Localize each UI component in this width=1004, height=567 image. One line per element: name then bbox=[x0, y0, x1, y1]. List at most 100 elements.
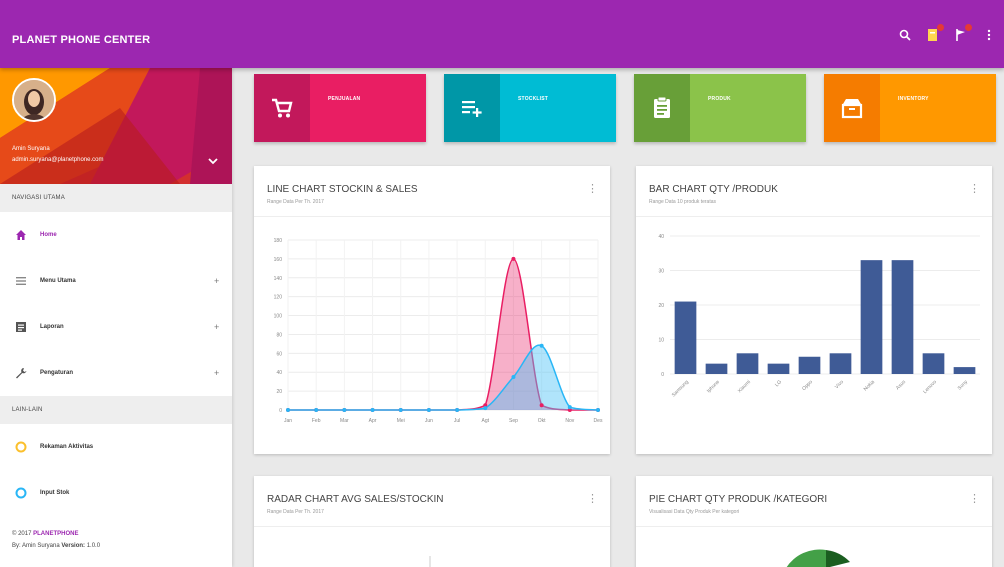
expand-icon[interactable]: + bbox=[214, 368, 219, 378]
data-point bbox=[455, 408, 460, 412]
x-tick-label: Okt bbox=[538, 418, 546, 424]
playlist-add-icon bbox=[462, 101, 482, 117]
sidebar-footer: © 2017 PLANETPHONE By: Amin Suryana Vers… bbox=[0, 516, 232, 552]
sidebar: Amin Suryana admin.suryana@planetphone.c… bbox=[0, 68, 232, 567]
more-vert-icon[interactable]: ⋮ bbox=[587, 182, 598, 195]
expand-icon[interactable]: + bbox=[214, 276, 219, 286]
pie-chart-preview bbox=[786, 549, 850, 567]
more-vert-icon[interactable]: ⋮ bbox=[969, 492, 980, 505]
series-area bbox=[288, 345, 598, 410]
bar bbox=[767, 363, 790, 374]
user-name: Amin Suryana bbox=[12, 146, 50, 152]
sidebar-item-pengaturan[interactable]: Pengaturan + bbox=[0, 350, 232, 396]
tile-label: INVENTORY bbox=[898, 96, 929, 102]
more-vert-icon[interactable] bbox=[982, 28, 996, 42]
pie-chart-card: PIE CHART QTY PRODUK /KATEGORI Visualisa… bbox=[636, 476, 992, 567]
flag-badge bbox=[965, 24, 972, 31]
data-point bbox=[314, 408, 319, 412]
user-email: admin.suryana@planetphone.com bbox=[12, 157, 104, 163]
x-tick-label: Xiaomi bbox=[737, 379, 752, 394]
x-tick-label: Sep bbox=[509, 418, 518, 424]
avatar[interactable] bbox=[12, 78, 56, 122]
y-tick-label: 60 bbox=[276, 351, 282, 357]
circle-yellow-icon bbox=[14, 440, 28, 454]
notification-icon[interactable] bbox=[926, 24, 944, 42]
card-subtitle: Visualisasi Data Qty Produk Per kategori bbox=[649, 509, 740, 515]
y-tick-label: 100 bbox=[274, 314, 283, 320]
data-point bbox=[511, 256, 516, 261]
data-point bbox=[567, 405, 572, 410]
tile-stocklist[interactable]: STOCKLIST bbox=[444, 74, 616, 142]
bar bbox=[798, 356, 821, 374]
cart-icon bbox=[272, 98, 293, 118]
card-divider bbox=[636, 216, 992, 217]
data-point bbox=[370, 408, 375, 412]
y-tick-label: 20 bbox=[276, 389, 282, 395]
radar-chart-card: RADAR CHART AVG SALES/STOCKIN Range Data… bbox=[254, 476, 610, 567]
data-point bbox=[483, 406, 488, 411]
bar bbox=[736, 353, 759, 374]
y-tick-label: 120 bbox=[274, 295, 283, 301]
radar-chart-preview bbox=[429, 556, 431, 567]
y-tick-label: 30 bbox=[658, 269, 664, 275]
card-subtitle: Range Data Per Th. 2017 bbox=[267, 509, 324, 515]
data-point bbox=[539, 403, 544, 408]
search-icon[interactable] bbox=[898, 28, 912, 42]
card-subtitle: Range Data 10 produk teratas bbox=[649, 199, 716, 205]
app-title[interactable]: PLANET PHONE CENTER bbox=[12, 34, 150, 46]
bar bbox=[674, 301, 697, 374]
user-info-panel: Amin Suryana admin.suryana@planetphone.c… bbox=[0, 68, 232, 184]
x-tick-label: Des bbox=[594, 418, 603, 424]
data-point bbox=[426, 408, 431, 412]
flag-icon[interactable] bbox=[954, 24, 972, 42]
sidebar-item-home[interactable]: Home bbox=[0, 212, 232, 258]
section-label-main: NAVIGASI UTAMA bbox=[0, 184, 232, 212]
sidebar-item-label: Input Stok bbox=[40, 490, 70, 496]
section-label-other: LAIN-LAIN bbox=[0, 396, 232, 424]
card-title: PIE CHART QTY PRODUK /KATEGORI bbox=[649, 494, 828, 505]
menu-icon bbox=[14, 274, 28, 288]
y-tick-label: 0 bbox=[279, 408, 282, 414]
card-divider bbox=[254, 526, 610, 527]
tile-icon-box bbox=[444, 74, 500, 142]
chevron-down-icon[interactable] bbox=[207, 156, 219, 166]
expand-icon[interactable]: + bbox=[214, 322, 219, 332]
data-point bbox=[342, 408, 347, 412]
x-tick-label: Jun bbox=[425, 418, 433, 424]
data-point bbox=[286, 408, 290, 412]
y-tick-label: 40 bbox=[658, 234, 664, 240]
x-tick-label: Mar bbox=[340, 418, 349, 424]
inventory-box-icon bbox=[841, 99, 863, 119]
footer-author: By: Amin Suryana bbox=[12, 543, 62, 549]
tile-penjualan[interactable]: PENJUALAN bbox=[254, 74, 426, 142]
sidebar-item-menu-utama[interactable]: Menu Utama + bbox=[0, 258, 232, 304]
bar bbox=[829, 353, 852, 374]
bar bbox=[860, 260, 883, 374]
sidebar-item-laporan[interactable]: Laporan + bbox=[0, 304, 232, 350]
tile-label: STOCKLIST bbox=[518, 96, 549, 102]
tile-inventory[interactable]: INVENTORY bbox=[824, 74, 996, 142]
data-point bbox=[596, 408, 600, 412]
sidebar-item-label: Pengaturan bbox=[40, 370, 74, 376]
more-vert-icon[interactable]: ⋮ bbox=[587, 492, 598, 505]
footer-version: 1.0.0 bbox=[86, 543, 101, 549]
x-tick-label: Asus bbox=[895, 379, 907, 391]
footer-brand[interactable]: PLANETPHONE bbox=[33, 531, 78, 537]
bar bbox=[922, 353, 945, 374]
tile-produk[interactable]: PRODUK bbox=[634, 74, 806, 142]
sidebar-item-label: Rekaman Aktivitas bbox=[40, 444, 94, 450]
y-tick-label: 180 bbox=[274, 238, 283, 244]
line-chart-card: LINE CHART STOCKIN & SALES Range Data Pe… bbox=[254, 166, 610, 454]
report-icon bbox=[14, 320, 28, 334]
y-tick-label: 140 bbox=[274, 276, 283, 282]
sidebar-item-rekaman-aktivitas[interactable]: Rekaman Aktivitas bbox=[0, 424, 232, 470]
y-tick-label: 160 bbox=[274, 257, 283, 263]
x-tick-label: Nokia bbox=[863, 379, 876, 392]
x-tick-label: Jul bbox=[454, 418, 460, 424]
tile-label: PRODUK bbox=[708, 96, 731, 102]
y-tick-label: 0 bbox=[661, 372, 664, 378]
y-tick-label: 80 bbox=[276, 332, 282, 338]
card-title: BAR CHART QTY /PRODUK bbox=[649, 184, 778, 195]
more-vert-icon[interactable]: ⋮ bbox=[969, 182, 980, 195]
sidebar-item-input-stok[interactable]: Input Stok bbox=[0, 470, 232, 516]
